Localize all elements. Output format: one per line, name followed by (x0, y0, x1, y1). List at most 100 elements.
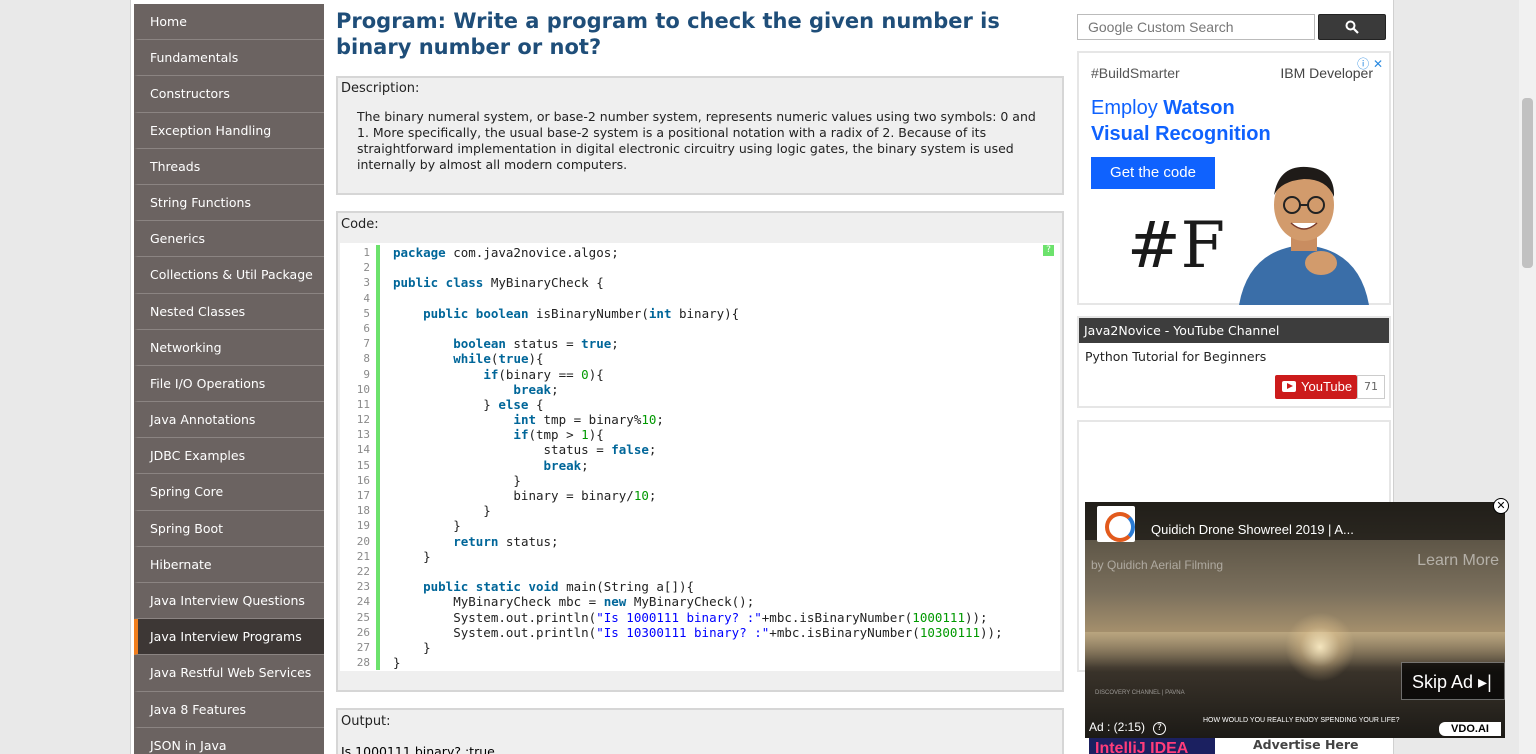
code-text: binary = binary/10; (380, 488, 656, 503)
code-text: } (380, 549, 431, 564)
sidebar-item-spring-core[interactable]: Spring Core (134, 474, 324, 511)
sidebar-item-hibernate[interactable]: Hibernate (134, 546, 324, 583)
code-token: status = (505, 336, 582, 352)
code-token: MyBinaryCheck { (483, 275, 604, 291)
code-token: com.java2novice.algos; (445, 245, 619, 260)
ad-headline-2: Watson (1163, 97, 1235, 119)
video-ad-player[interactable]: Quidich Drone Showreel 2019 | A... by Qu… (1085, 502, 1505, 738)
code-line: 10 break; (340, 381, 1060, 397)
output-box: Output: Is 1000111 binary? :true (336, 708, 1064, 754)
code-token: status; (498, 533, 559, 549)
description-box: Description: The binary numeral system, … (336, 76, 1064, 195)
help-icon[interactable]: ? (1043, 245, 1054, 256)
code-text: } else { (380, 396, 544, 412)
code-token: } (393, 655, 401, 671)
sidebar-item-string-functions[interactable]: String Functions (134, 184, 324, 222)
line-number: 6 (340, 320, 376, 337)
code-line: 24 MyBinaryCheck mbc = new MyBinaryCheck… (340, 594, 1060, 610)
code-token: "Is 1000111 binary? :" (596, 609, 762, 625)
code-token: true (498, 351, 529, 367)
search-button[interactable] (1318, 14, 1386, 40)
line-number: 3 (340, 275, 376, 291)
code-token: else (498, 396, 529, 412)
close-video-icon[interactable]: ✕ (1493, 498, 1509, 514)
sidebar-item-nested-classes[interactable]: Nested Classes (134, 293, 324, 330)
sidebar-item-threads[interactable]: Threads (134, 148, 324, 185)
code-text: status = false; (380, 442, 657, 457)
sidebar-item-exception-handling[interactable]: Exception Handling (134, 112, 324, 149)
code-token: ){ (588, 427, 604, 443)
code-token: main(String a[]){ (558, 579, 695, 595)
intellij-ad[interactable]: IntelliJ IDEA (1089, 738, 1215, 754)
code-token: ; (648, 488, 657, 503)
sidebar-nav: Home Fundamentals Constructors Exception Ha… (134, 4, 324, 754)
line-number: 4 (340, 290, 376, 306)
code-line: 17 binary = binary/10; (340, 488, 1060, 504)
video-title[interactable]: Quidich Drone Showreel 2019 | A... (1151, 522, 1354, 537)
sidebar-item-java-annotations[interactable]: Java Annotations (134, 402, 324, 439)
vdo-logo[interactable]: VDO.AI (1439, 722, 1501, 736)
sidebar-item-spring-boot[interactable]: Spring Boot (134, 510, 324, 547)
code-token: ; (551, 381, 559, 397)
get-code-button[interactable]: Get the code (1091, 157, 1215, 189)
code-token: "Is 10300111 binary? :" (596, 624, 770, 640)
video-watermark: DISCOVERY CHANNEL | PAVNA (1095, 690, 1185, 696)
sidebar-item-generics[interactable]: Generics (134, 221, 324, 258)
line-number: 20 (340, 533, 376, 549)
line-number: 12 (340, 412, 376, 428)
advertise-here-link[interactable]: Advertise Here (1253, 737, 1359, 752)
output-label: Output: (341, 714, 391, 729)
ad-headline-3: Visual Recognition (1091, 123, 1271, 145)
sidebar-item-home[interactable]: Home (134, 4, 324, 41)
code-token: } (393, 503, 491, 519)
code-token: { (528, 396, 544, 412)
code-token: if (513, 427, 529, 443)
sidebar-item-fundamentals[interactable]: Fundamentals (134, 40, 324, 77)
code-text: int tmp = binary%10; (380, 412, 664, 427)
search-input[interactable] (1077, 14, 1315, 40)
code-token: } (393, 548, 431, 564)
code-token: public static void (423, 579, 559, 595)
code-token: 10 (633, 488, 649, 503)
sidebar-item-java-interview-programs[interactable]: Java Interview Programs (134, 619, 324, 656)
learn-more-link[interactable]: Learn More (1417, 552, 1499, 570)
code-line: 8 while(true){ (340, 351, 1060, 367)
ad-close-icon[interactable]: ⓘ ✕ (1357, 55, 1383, 72)
code-token: int (513, 412, 536, 428)
ad-info-icon[interactable]: ? (1153, 722, 1166, 735)
code-text: MyBinaryCheck mbc = new MyBinaryCheck(); (380, 594, 754, 609)
sidebar-item-collections-util-package[interactable]: Collections & Util Package (134, 257, 324, 294)
code-line: 14 status = false; (340, 442, 1060, 458)
code-token: ; (581, 457, 589, 473)
skip-ad-button[interactable]: Skip Ad ▸| (1401, 662, 1505, 700)
code-token: MyBinaryCheck mbc = (393, 594, 604, 610)
ad-headline-1: Employ (1091, 97, 1158, 119)
youtube-subscribe-button[interactable]: YouTube (1275, 375, 1357, 399)
code-line: 27 } (340, 639, 1060, 656)
code-token: package (393, 245, 446, 260)
sidebar-item-java-8-features[interactable]: Java 8 Features (134, 691, 324, 728)
code-block[interactable]: ? 1 package com.java2novice.algos; 2 3 publi… (340, 243, 1060, 672)
code-token: binary = binary/ (393, 488, 634, 503)
line-number: 7 (340, 336, 376, 352)
code-token: (tmp > (528, 427, 582, 443)
code-line: 22 (340, 563, 1060, 580)
youtube-video-title[interactable]: Python Tutorial for Beginners (1079, 343, 1389, 370)
sidebar-item-java-restful-web-services[interactable]: Java Restful Web Services (134, 655, 324, 692)
scrollbar-thumb[interactable] (1522, 98, 1533, 268)
code-line: 15 break; (340, 457, 1060, 473)
sidebar-item-constructors[interactable]: Constructors (134, 76, 324, 113)
code-token: ){ (528, 351, 544, 367)
code-token: +mbc.isBinaryNumber( (769, 624, 920, 640)
sidebar-item-file-i-o-operations[interactable]: File I/O Operations (134, 365, 324, 403)
sidebar-item-jdbc-examples[interactable]: JDBC Examples (134, 438, 324, 475)
sidebar-item-json-in-java[interactable]: JSON in Java (134, 727, 324, 754)
sidebar-item-java-interview-questions[interactable]: Java Interview Questions (134, 583, 324, 620)
ad-headline: Employ Watson Visual Recognition (1091, 95, 1271, 147)
ibm-ad[interactable]: #BuildSmarter IBM Developer ⓘ ✕ Employ W… (1077, 51, 1391, 305)
sidebar-item-networking[interactable]: Networking (134, 329, 324, 366)
